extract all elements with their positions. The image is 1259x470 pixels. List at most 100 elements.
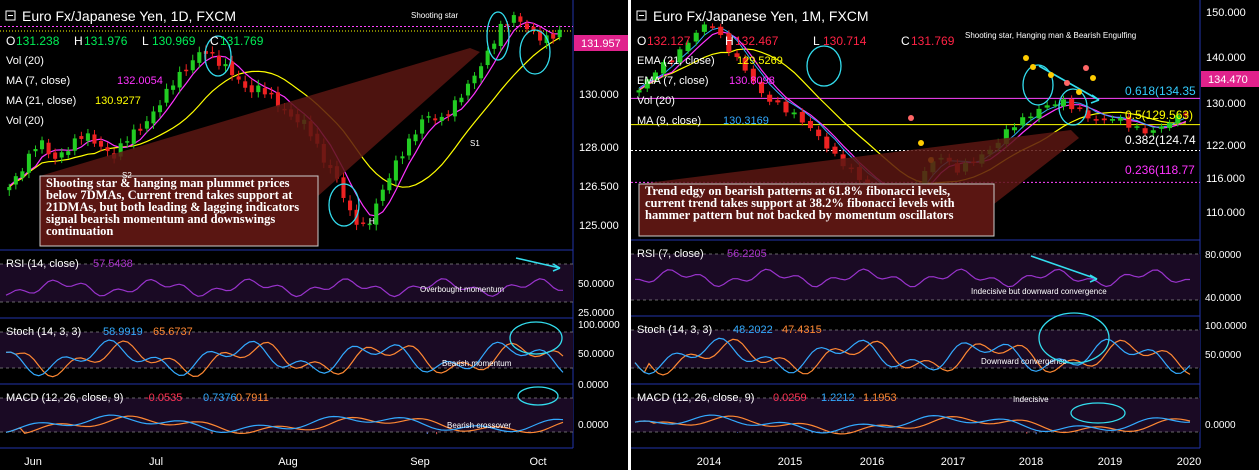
time-tick-label: 2014 — [697, 456, 721, 468]
candle-body — [1060, 99, 1067, 107]
candle-body — [105, 147, 110, 152]
rsi-band — [631, 254, 1200, 300]
time-tick-label: Jul — [149, 456, 163, 468]
stoch-k-value: 58.9919 — [103, 326, 143, 338]
macd-label: MACD (12, 26, close, 9) — [637, 392, 754, 404]
candle-body — [446, 114, 451, 116]
candle-body — [433, 118, 438, 121]
ohlc-value-h: 131.976 — [84, 34, 128, 48]
indicator-value: 130.9277 — [95, 95, 141, 107]
signal-dot — [1076, 89, 1082, 95]
stoch-tick-label: 50.0000 — [578, 349, 615, 360]
callout-text: Trend edgy on bearish patterns at 61.8% … — [645, 185, 955, 222]
callout-text-container: Trend edgy on bearish patterns at 61.8% … — [645, 185, 955, 222]
candle-body — [518, 16, 523, 22]
candle-body — [636, 90, 642, 93]
stoch-d-value: 65.6737 — [153, 326, 193, 338]
stoch-d-value: 47.4315 — [782, 324, 822, 336]
rsi-tick-label: 80.0000 — [1205, 250, 1242, 261]
candle-body — [374, 203, 379, 225]
chart-title: Euro Fx/Japanese Yen, 1D, FXCM — [22, 8, 236, 24]
indicator-value: 129.5269 — [737, 55, 783, 67]
macd-note: Indecisive — [1013, 395, 1049, 404]
ohlc-value-h: 132.467 — [735, 34, 779, 48]
stoch-label: Stoch (14, 3, 3) — [6, 326, 81, 338]
level-label-h: H — [369, 217, 375, 226]
candle-body — [1028, 116, 1034, 119]
time-tick-label: 2018 — [1019, 456, 1043, 468]
price-tick-label: 150.000 — [1206, 7, 1246, 19]
candle-body — [171, 85, 176, 90]
rsi-label: RSI (7, close) — [637, 248, 704, 260]
ohlc-value-o: 132.127 — [647, 34, 691, 48]
indicator-label: MA (9, close) — [637, 115, 701, 127]
candle-body — [216, 55, 222, 66]
candle-body — [157, 105, 163, 113]
candle-body — [824, 136, 830, 149]
price-tick-label: 128.000 — [579, 142, 619, 154]
candle-body — [144, 121, 149, 129]
rsi-tick-label: 50.0000 — [578, 279, 615, 290]
price-tick-label: 140.000 — [1206, 52, 1246, 64]
candle-body — [1011, 127, 1018, 131]
candle-body — [710, 26, 716, 28]
indicator-value: 130.3169 — [723, 115, 769, 127]
candle-body — [718, 26, 724, 35]
pattern-note-top: Shooting star — [411, 11, 458, 20]
stoch-note: Bearish momentum — [442, 359, 512, 368]
candle-body — [799, 111, 805, 123]
candle-body — [1101, 118, 1107, 121]
candle-body — [557, 29, 562, 38]
macd-tick-label: 0.0000 — [578, 420, 609, 431]
candle-body — [775, 100, 781, 103]
candle-body — [223, 64, 228, 67]
chart-title: Euro Fx/Japanese Yen, 1M, FXCM — [653, 8, 869, 24]
candle-body — [767, 94, 773, 102]
ohlc-key-c: C — [901, 34, 910, 48]
ohlc-key-l: L — [813, 34, 820, 48]
indicator-label: Vol (20) — [6, 55, 44, 67]
candle-body — [59, 152, 64, 158]
candle-body — [1167, 122, 1173, 129]
ohlc-key-c: C — [210, 34, 219, 48]
candle-body — [184, 69, 189, 72]
indicator-label: MA (7, close) — [6, 75, 70, 87]
candle-body — [26, 153, 31, 173]
candle-body — [426, 116, 431, 118]
candle-body — [1158, 126, 1164, 129]
candle-body — [190, 60, 195, 71]
time-tick-label: Aug — [278, 456, 298, 468]
signal-dot — [1030, 64, 1036, 70]
pattern-note-top: Shooting star, Hanging man & Bearish Eng… — [965, 31, 1136, 40]
time-tick-label: Sep — [410, 456, 430, 468]
candle-body — [243, 81, 248, 88]
indicator-label: EMA (7, close) — [637, 75, 709, 87]
candle-body — [406, 138, 412, 156]
candle-body — [479, 66, 484, 79]
signal-dot — [1064, 80, 1070, 86]
candle-body — [236, 76, 241, 80]
candle-body — [701, 24, 707, 32]
macd-note: Bearish crossover — [447, 421, 511, 430]
level-label-s2: S2 — [122, 171, 132, 180]
callout-text: Shooting star & hanging man plummet pric… — [46, 177, 300, 238]
candle-body — [40, 140, 45, 150]
candle-body — [125, 141, 130, 143]
candle-body — [85, 133, 90, 141]
time-tick-label: Jun — [24, 456, 42, 468]
stoch-tick-label: 0.0000 — [578, 380, 609, 391]
last-price-label: 131.957 — [581, 38, 621, 50]
candle-body — [20, 171, 25, 178]
callout-pointer — [40, 48, 480, 196]
time-tick-label: 2019 — [1098, 456, 1122, 468]
time-tick-label: 2015 — [778, 456, 802, 468]
time-tick-label: 2017 — [941, 456, 965, 468]
candle-body — [511, 15, 516, 23]
candle-body — [1093, 119, 1099, 121]
rsi-note: Indecisive but downward convergence — [971, 287, 1107, 296]
signal-dot — [1048, 72, 1054, 78]
macd-signal-value: 0.7911 — [236, 392, 269, 404]
candle-body — [1077, 107, 1083, 109]
price-tick-label: 116.000 — [1206, 173, 1245, 185]
signal-dot — [1090, 75, 1096, 81]
